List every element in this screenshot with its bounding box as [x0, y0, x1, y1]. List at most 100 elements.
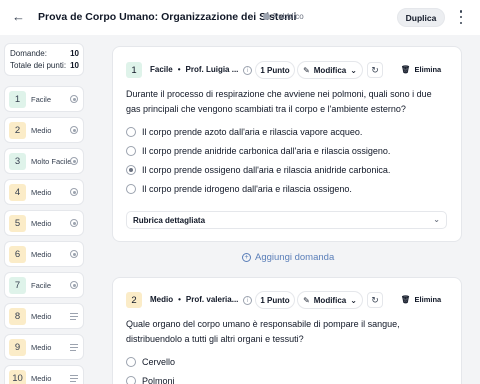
sidebar-question-item[interactable]: 1 Facile: [4, 86, 84, 112]
author-label: Prof. valeria...: [185, 295, 239, 304]
question-meta: Medio • Prof. valeria...: [150, 295, 239, 304]
author-label: Prof. Luigia ...: [185, 65, 239, 74]
question-number-badge: 2: [126, 292, 142, 308]
rubric-dropdown[interactable]: Rubrica dettagliata ⌄: [126, 211, 447, 229]
points-pill[interactable]: 1 Punto: [255, 61, 295, 79]
points-pill[interactable]: 1 Punto: [255, 291, 295, 309]
rubric-label: Rubrica dettagliata: [133, 215, 206, 225]
radio-type-icon: [70, 157, 78, 165]
arrow-left-icon[interactable]: ←: [12, 10, 25, 23]
difficulty-label: Medio: [31, 219, 52, 228]
radio-button[interactable]: [126, 376, 136, 384]
difficulty-label: Medio: [31, 250, 52, 259]
option-label: Il corpo prende azoto dall'aria e rilasc…: [142, 127, 363, 137]
answer-option[interactable]: Il corpo prende idrogeno dall'aria e ril…: [126, 184, 352, 194]
answer-option[interactable]: Polmoni: [126, 376, 175, 384]
points-total-value: 10: [70, 61, 79, 70]
answer-option[interactable]: Cervello: [126, 357, 175, 367]
question-meta: Facile • Prof. Luigia ...: [150, 65, 239, 74]
difficulty-label: Facile: [31, 281, 52, 290]
questions-count-value: 10: [70, 49, 79, 58]
question-number-badge: 4: [9, 184, 26, 201]
sidebar-question-item[interactable]: 9 Medio: [4, 334, 84, 360]
difficulty-label: Facile: [150, 65, 173, 74]
sidebar-question-item[interactable]: 7 Facile: [4, 272, 84, 298]
refresh-icon[interactable]: ↻: [367, 62, 383, 78]
top-bar: ← Prova de Corpo Umano: Organizzazione d…: [0, 0, 480, 35]
option-label: Il corpo prende ossigeno dall'aria e ril…: [142, 165, 391, 175]
chevron-down-icon: ⌄: [350, 65, 357, 75]
delete-label: Elimina: [414, 65, 442, 74]
edit-button[interactable]: ✎ Modifica ⌄: [297, 61, 363, 79]
radio-button[interactable]: [126, 184, 136, 194]
text-lines-icon: [70, 344, 78, 351]
text-lines-icon: [70, 375, 78, 382]
radio-button[interactable]: [126, 357, 136, 367]
difficulty-label: Medio: [31, 343, 52, 352]
answer-option[interactable]: Il corpo prende azoto dall'aria e rilasc…: [126, 127, 362, 137]
edit-label: Modifica: [313, 65, 347, 75]
question-number-badge: 5: [9, 215, 26, 232]
answer-option-selected[interactable]: Il corpo prende ossigeno dall'aria e ril…: [126, 165, 390, 175]
trash-icon: 🗑: [401, 65, 411, 74]
chevron-down-icon: ⌄: [433, 215, 440, 224]
sidebar-question-item[interactable]: 4 Medio: [4, 179, 84, 205]
difficulty-label: Molto Facile: [31, 157, 72, 166]
difficulty-label: Medio: [150, 295, 174, 304]
radio-type-icon: [70, 250, 78, 258]
radio-button[interactable]: [126, 127, 136, 137]
radio-type-icon: [70, 219, 78, 227]
trash-icon: 🗑: [401, 295, 411, 304]
option-label: Il corpo prende idrogeno dall'aria e ril…: [142, 184, 352, 194]
sidebar-question-item[interactable]: 3 Molto Facile: [4, 148, 84, 174]
sidebar-question-item[interactable]: 5 Medio: [4, 210, 84, 236]
refresh-icon[interactable]: ↻: [367, 292, 383, 308]
radio-button[interactable]: [126, 146, 136, 156]
sidebar-question-item[interactable]: 2 Medio: [4, 117, 84, 143]
answer-option[interactable]: Il corpo prende anidride carbonica dall'…: [126, 146, 390, 156]
question-number-badge: 2: [9, 122, 26, 139]
info-icon[interactable]: i: [243, 66, 252, 75]
points-total-label: Totale dei punti:: [10, 61, 67, 70]
sidebar-question-item[interactable]: 8 Medio: [4, 303, 84, 329]
question-number-badge: 1: [9, 91, 26, 108]
globe-icon: [263, 13, 270, 20]
difficulty-label: Facile: [31, 95, 52, 104]
info-icon[interactable]: i: [243, 296, 252, 305]
sidebar-question-item[interactable]: 10 Medio: [4, 365, 84, 384]
questions-count-label: Domande:: [10, 49, 47, 58]
question-number-badge: 3: [9, 153, 26, 170]
visibility-status: Pubblico: [263, 12, 304, 21]
edit-button[interactable]: ✎ Modifica ⌄: [297, 291, 363, 309]
delete-label: Elimina: [414, 295, 442, 304]
radio-button-selected[interactable]: [126, 165, 136, 175]
question-number-badge: 9: [9, 339, 26, 356]
question-text: Quale organo del corpo umano è responsab…: [126, 319, 400, 344]
delete-button[interactable]: 🗑 Elimina: [401, 295, 441, 304]
text-lines-icon: [70, 313, 78, 320]
question-card-2: 2 Medio • Prof. valeria... i 1 Punto ✎ M…: [112, 277, 462, 384]
sidebar-question-item[interactable]: 6 Medio: [4, 241, 84, 267]
question-number-badge: 1: [126, 62, 142, 78]
radio-type-icon: [70, 188, 78, 196]
question-number-badge: 10: [9, 370, 26, 384]
radio-type-icon: [70, 95, 78, 103]
pencil-icon: ✎: [303, 295, 310, 305]
page-title: Prova de Corpo Umano: Organizzazione dei…: [38, 11, 297, 23]
difficulty-label: Medio: [31, 374, 52, 383]
difficulty-label: Medio: [31, 126, 52, 135]
kebab-menu-icon[interactable]: [458, 10, 464, 24]
question-text: Durante il processo di respirazione che …: [126, 89, 432, 114]
chevron-down-icon: ⌄: [350, 295, 357, 305]
add-question-button[interactable]: + Aggiungi domanda: [242, 252, 334, 263]
duplicate-button[interactable]: Duplica: [397, 8, 445, 27]
add-question-label: Aggiungi domanda: [255, 252, 335, 263]
difficulty-label: Medio: [31, 188, 52, 197]
visibility-label: Pubblico: [273, 12, 304, 21]
delete-button[interactable]: 🗑 Elimina: [401, 65, 441, 74]
radio-type-icon: [70, 126, 78, 134]
question-card-1: 1 Facile • Prof. Luigia ... i 1 Punto ✎ …: [112, 46, 462, 242]
option-label: Polmoni: [142, 376, 175, 384]
question-number-badge: 7: [9, 277, 26, 294]
edit-label: Modifica: [313, 295, 347, 305]
